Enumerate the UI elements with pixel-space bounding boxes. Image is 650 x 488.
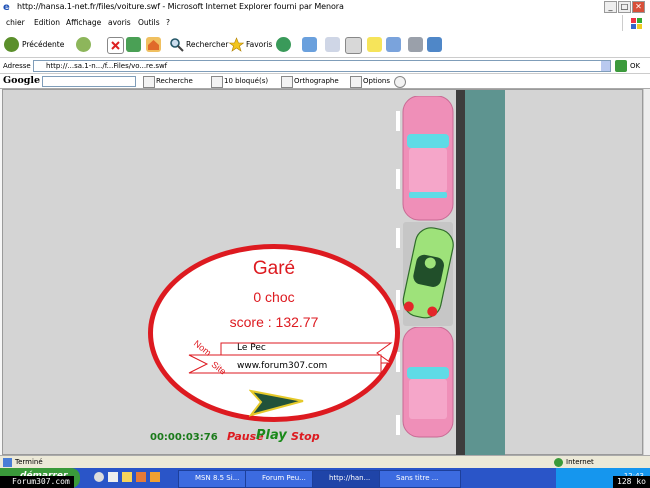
edit-icon[interactable] (367, 37, 382, 52)
address-input[interactable]: http://...sa.1-n.../f...Files/vo...re.sw… (33, 60, 611, 72)
history-icon[interactable] (302, 37, 317, 52)
google-search-button[interactable]: Recherche (156, 77, 193, 85)
lane-dash (396, 352, 400, 372)
media-icon[interactable] (276, 37, 291, 52)
close-button[interactable]: ✕ (632, 1, 645, 13)
address-label: Adresse (3, 62, 31, 70)
continue-arrow-icon[interactable] (249, 387, 307, 417)
minimize-button[interactable]: _ (604, 1, 617, 13)
refresh-icon[interactable] (126, 37, 141, 52)
discuss-icon[interactable] (408, 37, 423, 52)
popup-blocker-icon[interactable] (211, 76, 223, 88)
content-area: Garé 0 choc score : 132.77 Nom Le Pec Si… (0, 89, 650, 456)
print-icon[interactable] (345, 37, 362, 54)
back-icon[interactable] (4, 37, 19, 52)
toolbar: Précédente Rechercher Favoris (0, 32, 650, 58)
play-button[interactable]: Play (256, 428, 287, 443)
menu-edition[interactable]: Edition (34, 18, 60, 27)
menu-affichage[interactable]: Affichage (66, 18, 101, 27)
research-icon[interactable] (427, 37, 442, 52)
lane-dash (396, 228, 400, 248)
status-bar: Terminé Internet (0, 455, 650, 468)
options-button[interactable]: Options (363, 77, 390, 85)
address-dropdown-icon[interactable] (601, 61, 610, 71)
mail-icon[interactable] (325, 37, 340, 52)
menu-bar: chier Edition Affichage avoris Outils ? (0, 15, 650, 32)
quicklaunch-app-icon[interactable] (150, 472, 160, 482)
home-icon[interactable] (146, 37, 161, 52)
favorites-label[interactable]: Favoris (246, 40, 272, 49)
score-value: score : 132.77 (229, 314, 319, 330)
vertical-scrollbar[interactable] (643, 89, 650, 455)
task-paint[interactable]: Sans titre ... (379, 470, 461, 488)
menu-favoris[interactable]: avoris (108, 18, 131, 27)
score-panel: Garé 0 choc score : 132.77 Nom Le Pec Si… (148, 244, 400, 422)
flash-game[interactable]: Garé 0 choc score : 132.77 Nom Le Pec Si… (2, 89, 643, 456)
roadside-wall (465, 90, 505, 456)
google-toolbar: Google - Recherche 10 bloqué(s) Orthogra… (0, 74, 650, 89)
ie-logo-icon: e (3, 2, 10, 13)
popup-blocked-count[interactable]: 10 bloqué(s) (224, 77, 268, 85)
stop-button[interactable]: Stop (291, 430, 320, 443)
quicklaunch-desktop-icon[interactable] (108, 472, 118, 482)
maximize-button[interactable]: □ (618, 1, 631, 13)
lane-dash (396, 415, 400, 435)
forward-icon[interactable] (76, 37, 91, 52)
title-bar: e http://hansa.1-net.fr/files/voiture.sw… (0, 0, 650, 15)
go-label[interactable]: OK (630, 62, 640, 70)
pencil-icon[interactable] (394, 76, 406, 88)
stop-icon[interactable] (107, 37, 124, 54)
zone-label: Internet (566, 458, 594, 466)
spellcheck-icon[interactable] (281, 76, 293, 88)
page-icon (3, 458, 12, 467)
window-title: http://hansa.1-net.fr/files/voiture.swf … (17, 2, 344, 11)
parked-car-bottom (402, 327, 454, 438)
lane-dash (396, 169, 400, 189)
search-icon[interactable] (169, 37, 184, 52)
quicklaunch-media-icon[interactable] (136, 472, 146, 482)
forum-watermark: Forum307.com (0, 476, 74, 488)
windows-logo-icon (622, 15, 648, 31)
rate-watermark: 128 ko (613, 476, 650, 488)
site-value: www.forum307.com (237, 361, 328, 371)
collision-count: 0 choc (253, 289, 295, 305)
lane-dash (396, 111, 400, 131)
sidewalk-curb (456, 90, 465, 456)
player-car[interactable] (401, 222, 457, 328)
google-search-icon[interactable] (143, 76, 155, 88)
status-text: Terminé (15, 458, 43, 466)
search-label[interactable]: Rechercher (186, 40, 228, 49)
menu-outils[interactable]: Outils (138, 18, 160, 27)
favorites-icon[interactable] (228, 37, 245, 52)
go-arrow-icon[interactable] (615, 60, 627, 72)
menu-help[interactable]: ? (166, 18, 170, 27)
quicklaunch-ie-icon[interactable] (94, 472, 104, 482)
messenger-icon[interactable] (386, 37, 401, 52)
name-value: Le Pec (237, 343, 266, 353)
taskbar: démarrer MSN 8.5 Si... Forum Peu... http… (0, 468, 650, 488)
spellcheck-button[interactable]: Orthographe (294, 77, 339, 85)
park-status: Garé (252, 258, 296, 279)
parked-car-top (402, 96, 454, 221)
timer: 00:00:03:76 (150, 432, 218, 443)
quicklaunch-folder-icon[interactable] (122, 472, 132, 482)
google-search-input[interactable] (42, 76, 136, 87)
lane-dash (396, 290, 400, 310)
options-icon[interactable] (350, 76, 362, 88)
address-bar: Adresse http://...sa.1-n.../f...Files/vo… (0, 58, 650, 74)
google-logo[interactable]: Google - (3, 75, 47, 86)
internet-zone-icon (554, 458, 563, 467)
back-label[interactable]: Précédente (22, 40, 64, 49)
menu-fichier[interactable]: chier (6, 18, 25, 27)
